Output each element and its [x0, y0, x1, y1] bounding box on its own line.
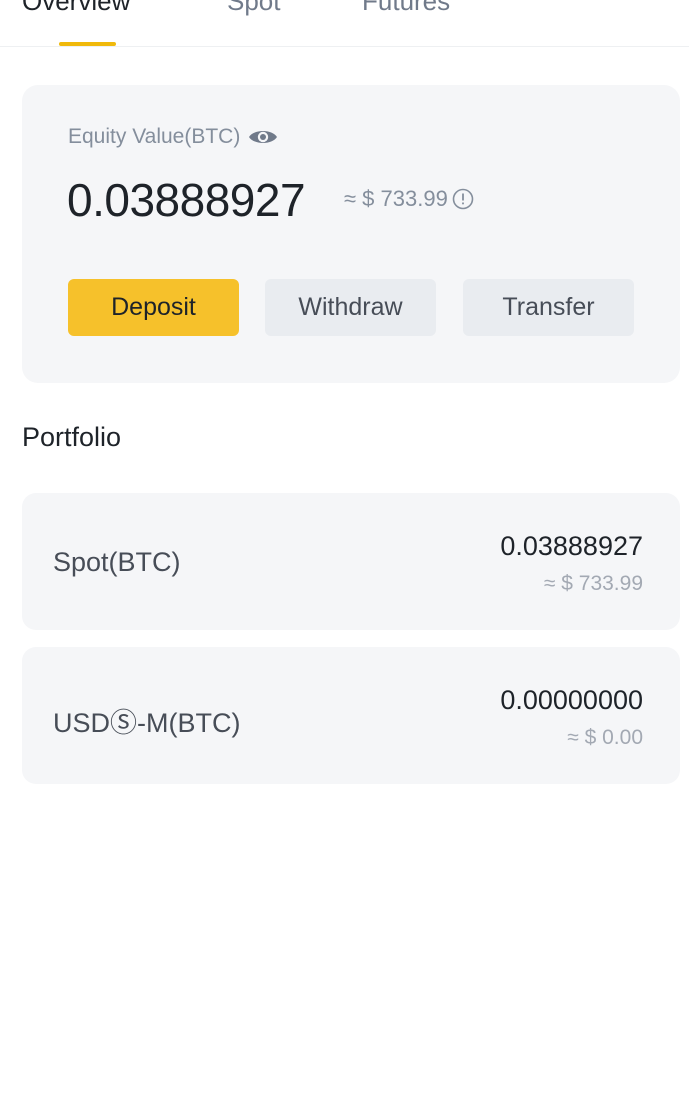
equity-fiat-row: ≈ $ 733.99: [344, 186, 474, 212]
equity-label: Equity Value(BTC): [68, 125, 241, 148]
transfer-button[interactable]: Transfer: [463, 279, 634, 336]
eye-icon[interactable]: [248, 127, 278, 147]
portfolio-item-usdm[interactable]: USDⓈ-M(BTC) 0.00000000 ≈ $ 0.00: [22, 647, 680, 784]
portfolio-item-fiat: ≈ $ 0.00: [567, 726, 643, 749]
tab-futures[interactable]: Futures: [362, 0, 450, 17]
withdraw-button[interactable]: Withdraw: [265, 279, 436, 336]
equity-label-row: Equity Value(BTC): [68, 125, 278, 149]
portfolio-title: Portfolio: [22, 422, 122, 452]
info-icon[interactable]: [452, 188, 474, 210]
portfolio-item-value: 0.00000000: [500, 685, 643, 715]
equity-value: 0.03888927: [67, 174, 306, 226]
portfolio-item-spot[interactable]: Spot(BTC) 0.03888927 ≈ $ 733.99: [22, 493, 680, 630]
deposit-button[interactable]: Deposit: [68, 279, 239, 336]
portfolio-item-label: Spot(BTC): [53, 547, 181, 577]
equity-card: Equity Value(BTC) 0.03888927 ≈ $ 733.99 …: [22, 85, 680, 383]
tab-bar: Overview Spot Futures: [0, 0, 689, 47]
portfolio-item-value: 0.03888927: [500, 531, 643, 561]
equity-fiat-value: ≈ $ 733.99: [344, 186, 448, 211]
portfolio-item-label: USDⓈ-M(BTC): [53, 708, 241, 738]
tab-spot[interactable]: Spot: [227, 0, 281, 17]
active-tab-indicator: [59, 42, 116, 46]
portfolio-item-fiat: ≈ $ 733.99: [543, 572, 643, 595]
tab-overview[interactable]: Overview: [22, 0, 130, 17]
